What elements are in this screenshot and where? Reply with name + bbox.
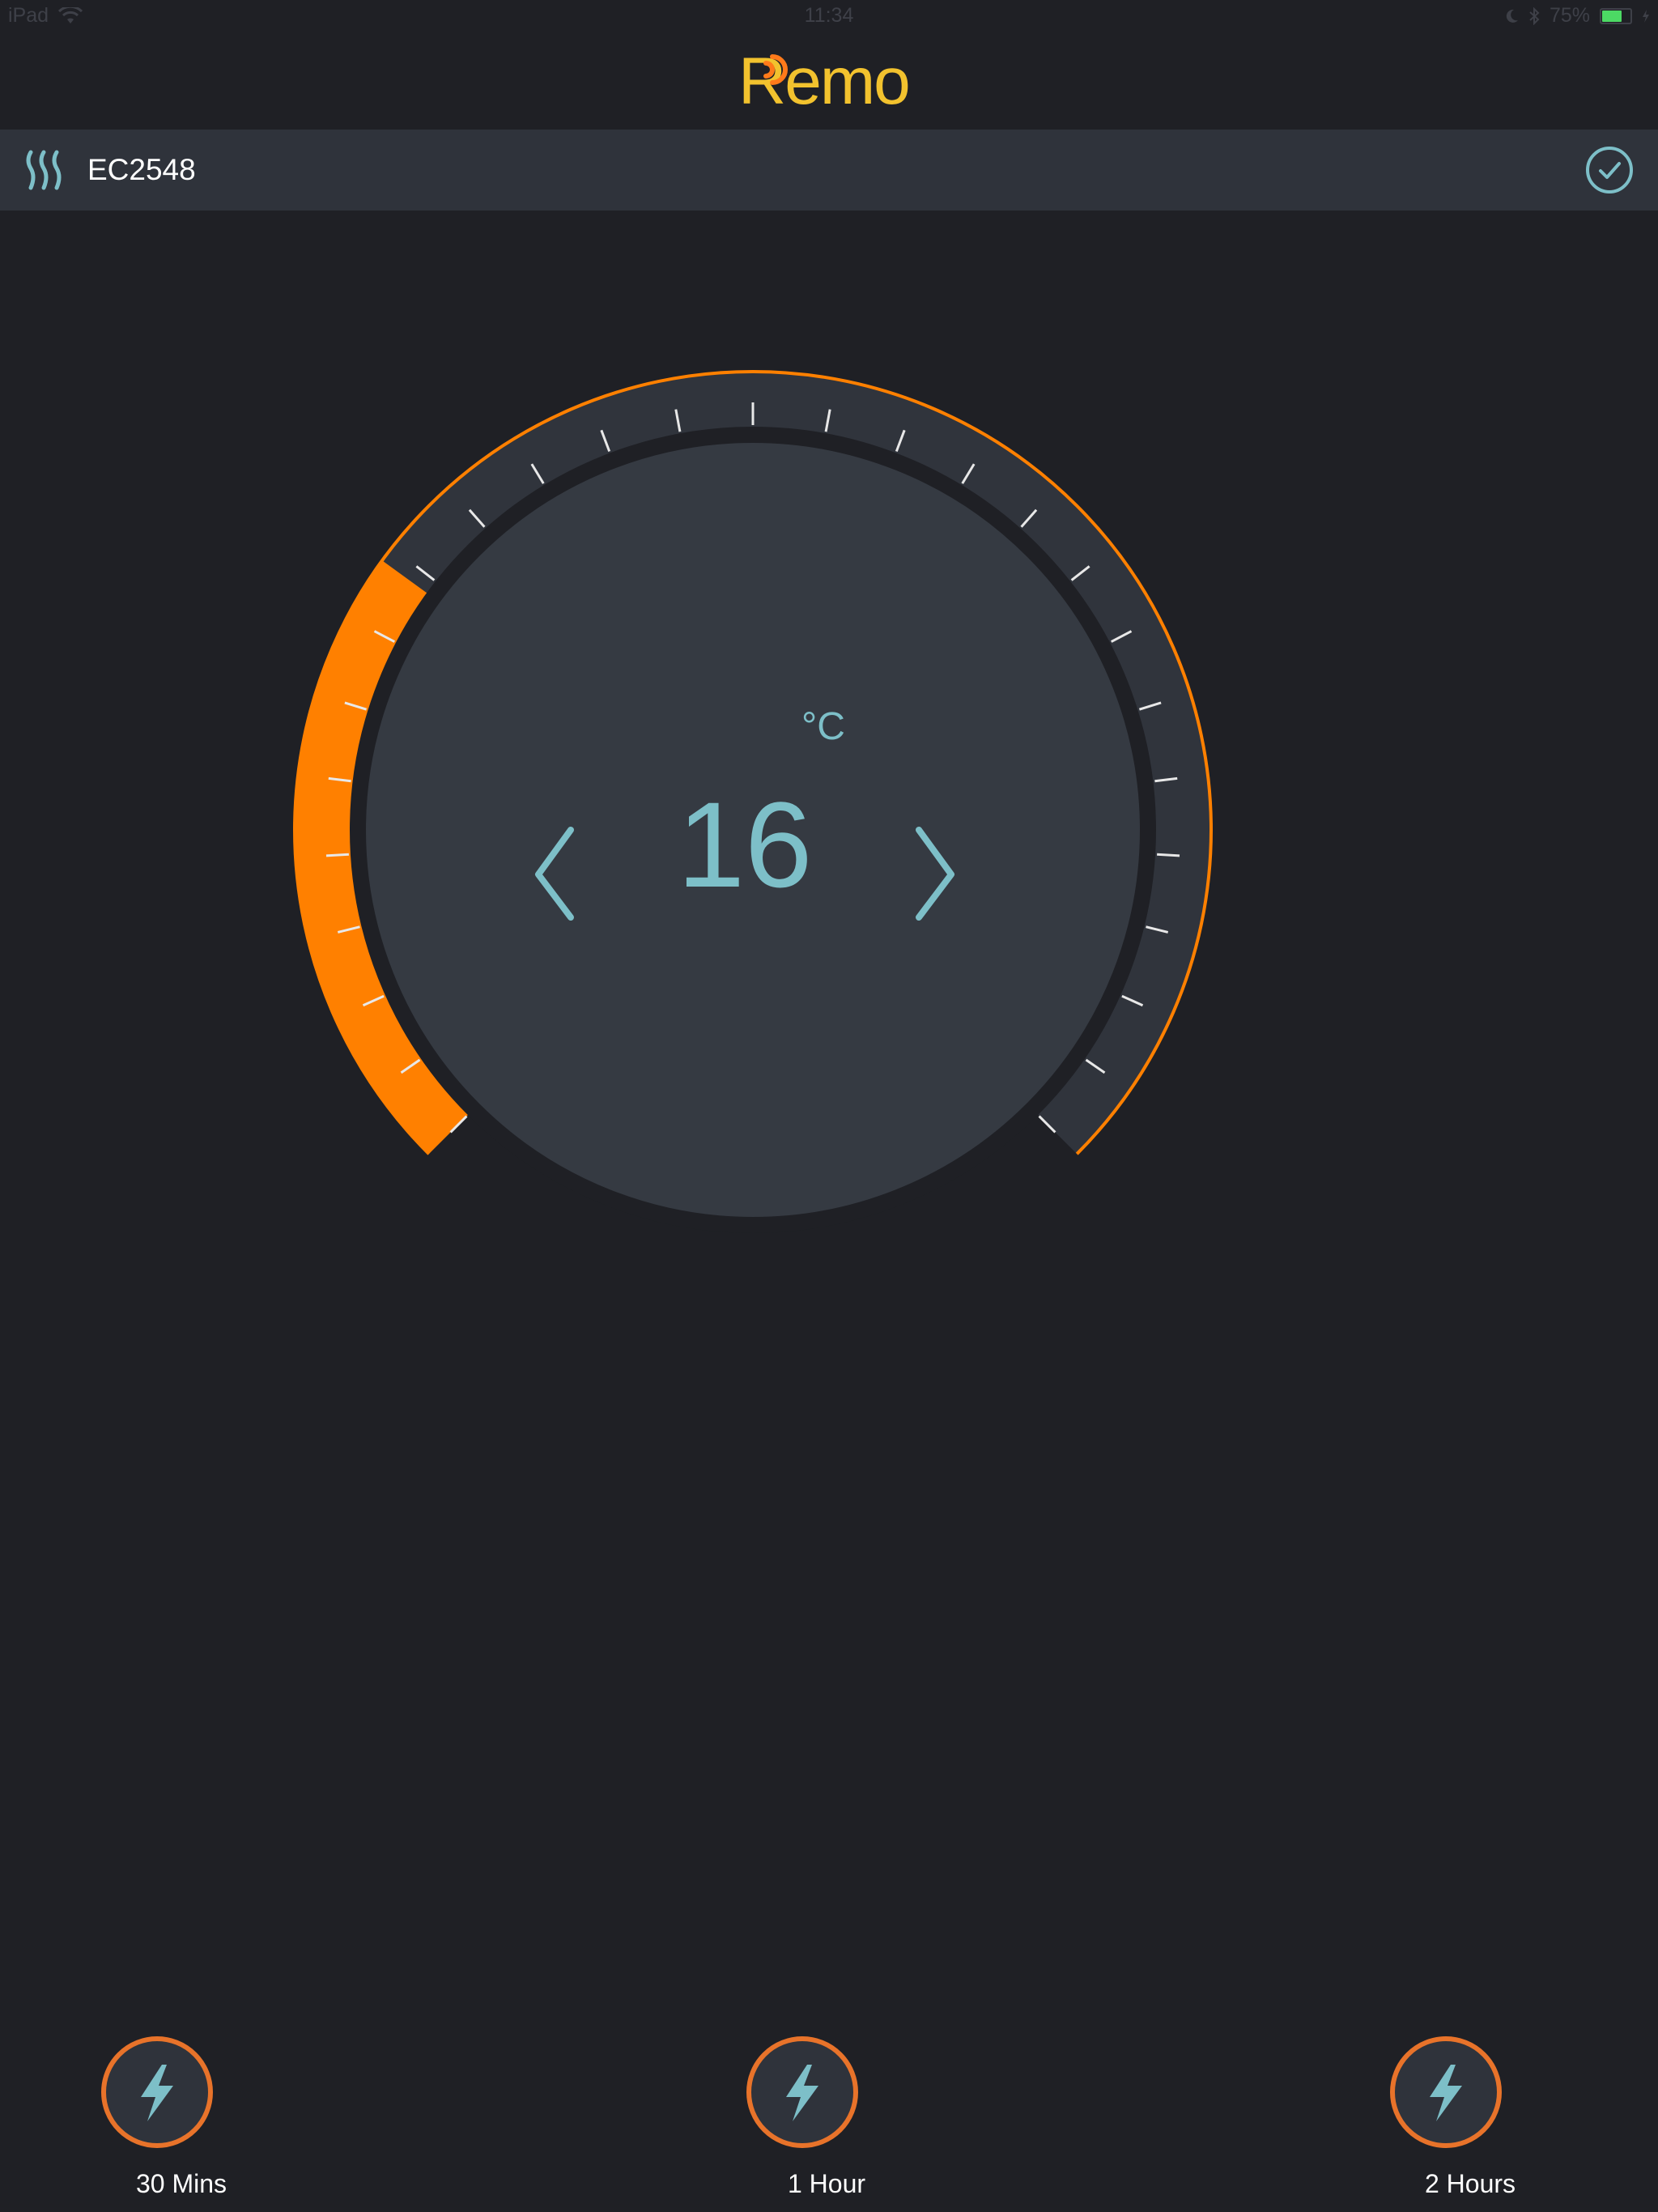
temperature-setpoint: 16 (677, 776, 813, 912)
boost-button-30-mins[interactable]: 30 Mins (100, 2035, 262, 2198)
boost-button-2-hours[interactable]: 2 Hours (1389, 2035, 1551, 2198)
thermostat-dial[interactable] (0, 0, 1658, 1295)
chevron-right-icon[interactable] (903, 814, 967, 927)
dial-tick (1157, 853, 1180, 857)
dial-tick (325, 853, 349, 857)
boost-label: 30 Mins (135, 2169, 227, 2198)
temperature-unit: °C (801, 705, 845, 748)
boost-button-1-hour[interactable]: 1 Hour (746, 2035, 908, 2198)
boost-label: 1 Hour (787, 2169, 866, 2198)
lightning-icon[interactable] (1389, 2035, 1503, 2149)
lightning-icon[interactable] (100, 2035, 214, 2149)
chevron-left-icon[interactable] (522, 814, 587, 927)
lightning-icon[interactable] (746, 2035, 859, 2149)
boost-label: 2 Hours (1424, 2169, 1516, 2198)
